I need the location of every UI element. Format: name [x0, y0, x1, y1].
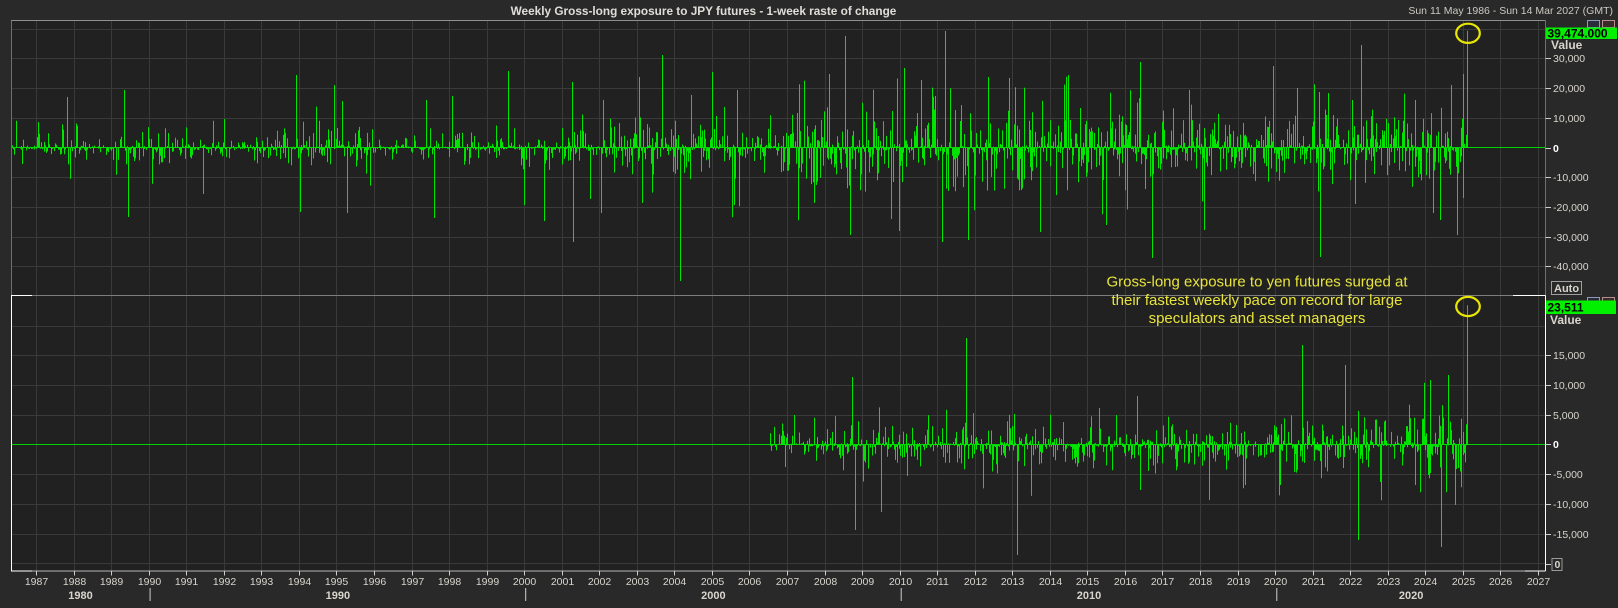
svg-text:2015: 2015 [1076, 576, 1100, 588]
svg-text:Value: Value [1551, 38, 1583, 52]
svg-text:20,000: 20,000 [1553, 83, 1585, 95]
svg-text:-20,000: -20,000 [1553, 202, 1589, 214]
svg-text:1990: 1990 [138, 576, 162, 588]
svg-text:2024: 2024 [1414, 576, 1438, 588]
svg-text:2018: 2018 [1189, 576, 1213, 588]
svg-text:Weekly Gross-long exposure to: Weekly Gross-long exposure to JPY future… [511, 4, 897, 18]
svg-text:10,000: 10,000 [1553, 113, 1585, 125]
svg-text:1993: 1993 [250, 576, 274, 588]
svg-text:0: 0 [1553, 143, 1559, 155]
svg-text:2003: 2003 [626, 576, 650, 588]
svg-text:Sun 11 May 1986 - Sun 14 Mar 2: Sun 11 May 1986 - Sun 14 Mar 2027 (GMT) [1408, 5, 1613, 17]
svg-text:2005: 2005 [701, 576, 725, 588]
svg-text:Gross-long exposure to yen fut: Gross-long exposure to yen futures surge… [1107, 274, 1409, 291]
svg-text:2016: 2016 [1114, 576, 1138, 588]
svg-text:2006: 2006 [738, 576, 762, 588]
svg-text:2017: 2017 [1151, 576, 1175, 588]
svg-text:2023: 2023 [1377, 576, 1401, 588]
svg-text:1987: 1987 [25, 576, 49, 588]
svg-text:1999: 1999 [476, 576, 500, 588]
svg-text:30,000: 30,000 [1553, 53, 1585, 65]
svg-text:2000: 2000 [701, 590, 725, 602]
svg-text:2022: 2022 [1339, 576, 1363, 588]
svg-text:2000: 2000 [513, 576, 537, 588]
svg-text:1997: 1997 [401, 576, 425, 588]
svg-text:2004: 2004 [663, 576, 687, 588]
svg-text:-40,000: -40,000 [1553, 261, 1589, 273]
svg-text:2001: 2001 [551, 576, 575, 588]
svg-text:1989: 1989 [100, 576, 124, 588]
svg-text:1990: 1990 [326, 590, 350, 602]
svg-text:1994: 1994 [288, 576, 312, 588]
svg-text:1995: 1995 [325, 576, 349, 588]
svg-text:Value: Value [1550, 313, 1582, 327]
svg-text:1996: 1996 [363, 576, 387, 588]
svg-text:1991: 1991 [175, 576, 199, 588]
svg-text:2007: 2007 [776, 576, 800, 588]
svg-text:2020: 2020 [1264, 576, 1288, 588]
svg-text:2009: 2009 [851, 576, 875, 588]
svg-text:-30,000: -30,000 [1553, 232, 1589, 244]
svg-text:1998: 1998 [438, 576, 462, 588]
svg-text:-10,000: -10,000 [1553, 499, 1589, 511]
svg-text:2013: 2013 [1001, 576, 1025, 588]
svg-text:their fastest weekly pace on r: their fastest weekly pace on record for … [1112, 292, 1403, 309]
svg-text:2021: 2021 [1302, 576, 1326, 588]
svg-text:-10,000: -10,000 [1553, 172, 1589, 184]
svg-text:0: 0 [1555, 559, 1561, 571]
svg-text:0: 0 [1553, 439, 1559, 451]
svg-text:2020: 2020 [1399, 590, 1423, 602]
svg-text:2010: 2010 [889, 576, 913, 588]
svg-text:-15,000: -15,000 [1553, 529, 1589, 541]
svg-text:1992: 1992 [213, 576, 237, 588]
svg-text:Auto: Auto [1554, 283, 1579, 295]
svg-text:2010: 2010 [1077, 590, 1101, 602]
svg-text:2026: 2026 [1489, 576, 1513, 588]
svg-text:15,000: 15,000 [1553, 350, 1585, 362]
svg-text:2025: 2025 [1452, 576, 1476, 588]
svg-text:2019: 2019 [1227, 576, 1251, 588]
svg-text:2002: 2002 [588, 576, 612, 588]
svg-text:1988: 1988 [63, 576, 87, 588]
svg-text:2014: 2014 [1039, 576, 1063, 588]
svg-text:2012: 2012 [964, 576, 988, 588]
svg-text:speculators and asset managers: speculators and asset managers [1149, 310, 1366, 327]
svg-text:2008: 2008 [814, 576, 838, 588]
svg-text:2027: 2027 [1527, 576, 1551, 588]
svg-text:2011: 2011 [926, 576, 949, 588]
svg-text:-5,000: -5,000 [1553, 469, 1583, 481]
svg-text:5,000: 5,000 [1553, 410, 1579, 422]
svg-text:1980: 1980 [68, 590, 92, 602]
svg-text:10,000: 10,000 [1553, 380, 1585, 392]
